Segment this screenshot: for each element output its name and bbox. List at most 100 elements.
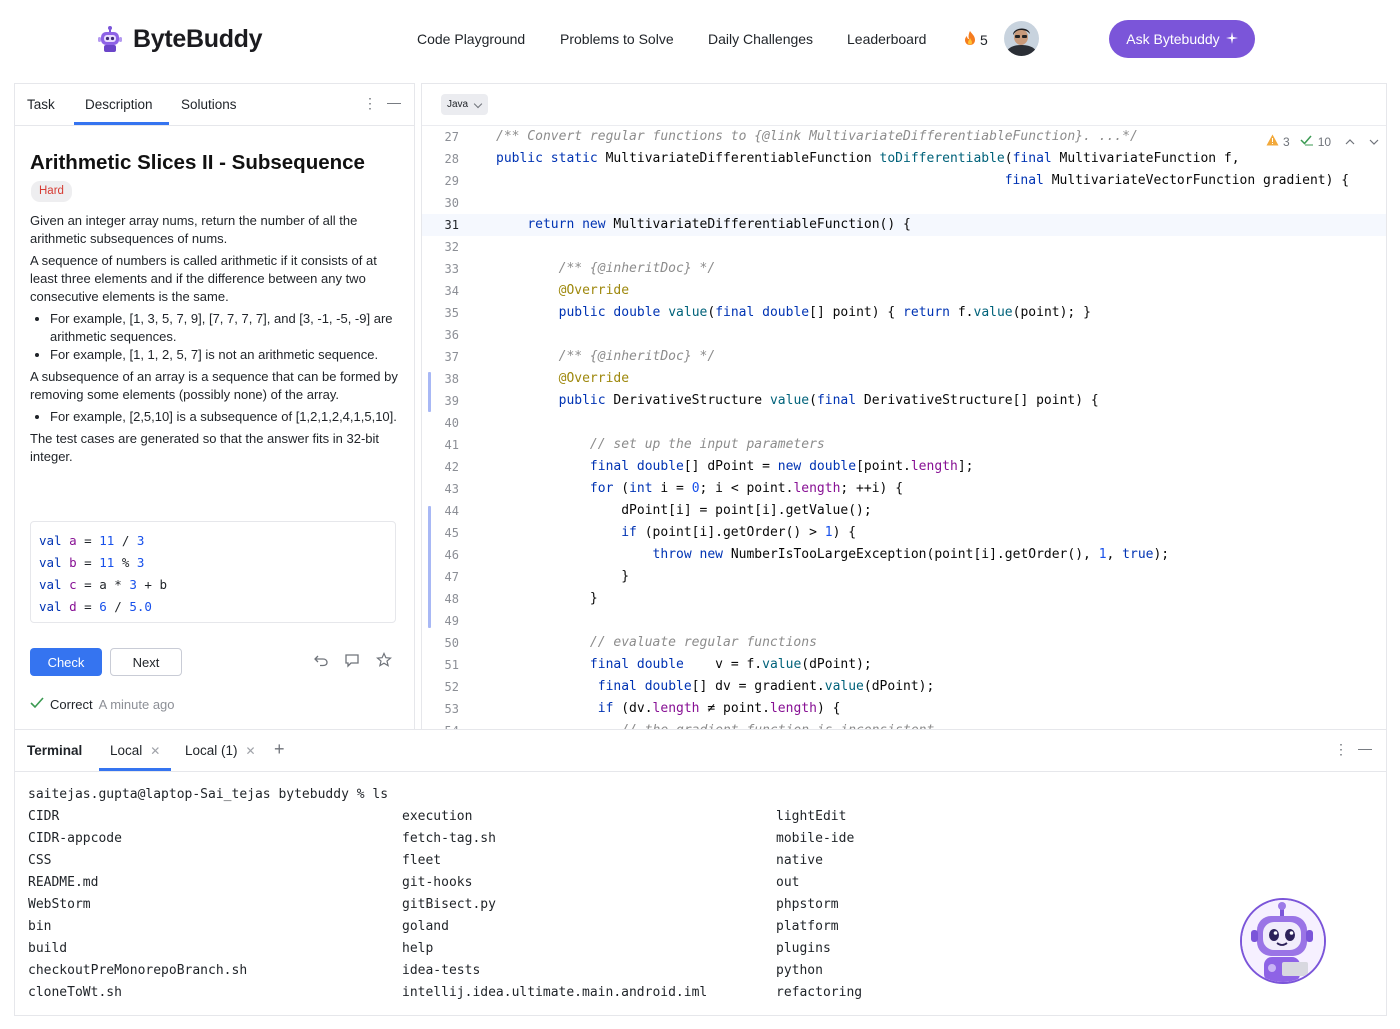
line-number: 36	[444, 328, 459, 342]
line-number: 49	[444, 614, 459, 628]
undo-icon[interactable]	[313, 652, 329, 671]
add-tab-icon[interactable]: +	[274, 739, 285, 760]
chevron-down-icon[interactable]	[1369, 135, 1379, 149]
code-line[interactable]: final double v = f.value(dPoint);	[496, 657, 872, 672]
robot-logo-icon	[95, 24, 125, 54]
active-terminal-tab-indicator	[99, 768, 171, 771]
streak-counter[interactable]: 5	[963, 30, 988, 49]
code-line[interactable]: // set up the input parameters	[496, 437, 825, 452]
code-line[interactable]: }	[496, 569, 629, 584]
line-number: 43	[444, 482, 459, 496]
bytebuddy-mascot[interactable]	[1240, 898, 1326, 984]
terminal-file-entry: gitBisect.py	[402, 897, 496, 912]
problem-title: Arithmetic Slices II - Subsequence	[30, 151, 365, 174]
close-icon[interactable]: ✕	[150, 744, 160, 758]
sparkle-icon	[1225, 31, 1238, 47]
line-number: 47	[444, 570, 459, 584]
terminal-file-entry: CIDR-appcode	[28, 831, 122, 846]
code-line[interactable]: if (dv.length ≠ point.length) {	[496, 701, 841, 716]
code-line[interactable]: @Override	[496, 283, 629, 298]
code-line[interactable]: final double[] dPoint = new double[point…	[496, 459, 974, 474]
more-options-icon[interactable]: ⋮	[363, 95, 377, 112]
line-number: 44	[444, 504, 459, 518]
more-options-icon[interactable]: ⋮	[1334, 741, 1348, 758]
nav-daily-challenges[interactable]: Daily Challenges	[708, 31, 813, 47]
code-editor[interactable]: Java 3 10 27 /** Convert regular function…	[421, 83, 1387, 730]
status-time: A minute ago	[98, 697, 175, 712]
nav-code-playground[interactable]: Code Playground	[417, 31, 525, 47]
code-line[interactable]: @Override	[496, 371, 629, 386]
snippet-line: val b = 11 % 3	[39, 555, 145, 570]
line-number: 38	[444, 372, 459, 386]
line-number: 42	[444, 460, 459, 474]
minimize-icon[interactable]: —	[1358, 740, 1372, 756]
code-line[interactable]: /** Convert regular functions to {@link …	[496, 129, 1138, 144]
difficulty-badge: Hard	[31, 181, 72, 202]
terminal-file-entry: plugins	[776, 941, 831, 956]
check-double-icon	[1300, 134, 1314, 149]
nav-problems-to-solve[interactable]: Problems to Solve	[560, 31, 674, 47]
code-line[interactable]: }	[496, 591, 598, 606]
check-button[interactable]: Check	[30, 648, 102, 676]
warning-count: 3	[1283, 134, 1290, 149]
description-paragraph: Given an integer array nums, return the …	[30, 213, 358, 246]
user-avatar[interactable]	[1004, 21, 1039, 56]
line-number: 32	[444, 240, 459, 254]
ask-bytebuddy-label: Ask Bytebuddy	[1126, 31, 1220, 47]
app-name: ByteBuddy	[133, 24, 263, 53]
terminal-file-entry: out	[776, 875, 800, 890]
tab-local-1-label: Local (1)	[185, 743, 238, 758]
tab-task[interactable]: Task	[27, 97, 55, 112]
close-icon[interactable]: ✕	[246, 744, 256, 758]
next-button[interactable]: Next	[110, 648, 182, 676]
code-line[interactable]: if (point[i].getOrder() > 1) {	[496, 525, 856, 540]
terminal-file-entry: fetch-tag.sh	[402, 831, 496, 846]
code-line[interactable]: public DerivativeStructure value(final D…	[496, 393, 1099, 408]
minimize-icon[interactable]: —	[387, 94, 401, 110]
line-number: 37	[444, 350, 459, 364]
code-line[interactable]: final MultivariateVectorFunction gradien…	[496, 173, 1349, 188]
code-line[interactable]: throw new NumberIsTooLargeException(poin…	[496, 547, 1170, 562]
tab-local[interactable]: Local ✕	[110, 743, 160, 758]
line-number: 45	[444, 526, 459, 540]
line-number: 53	[444, 702, 459, 716]
snippet-line: val c = a * 3 + b	[39, 577, 168, 592]
code-line[interactable]: // evaluate regular functions	[496, 635, 817, 650]
terminal-file-entry: README.md	[28, 875, 99, 890]
app-logo[interactable]: ByteBuddy	[95, 24, 263, 54]
language-select[interactable]: Java	[441, 94, 489, 115]
comment-icon[interactable]	[344, 652, 360, 671]
submission-status: Correct A minute ago	[30, 697, 175, 712]
task-tabs: Task Description Solutions ⋮ —	[15, 84, 414, 126]
terminal-file-entry: checkoutPreMonorepoBranch.sh	[28, 963, 248, 978]
checkmark-icon	[30, 697, 44, 712]
line-number: 50	[444, 636, 459, 650]
star-icon[interactable]	[376, 652, 392, 671]
code-line[interactable]: return new MultivariateDifferentiableFun…	[496, 217, 911, 232]
code-line[interactable]: /** {@inheritDoc} */	[496, 349, 716, 364]
code-line[interactable]: final double[] dv = gradient.value(dPoin…	[496, 679, 935, 694]
line-number: 28	[444, 152, 459, 166]
snippet-line: val a = 11 / 3	[39, 533, 145, 548]
example-list: For example, [1, 3, 5, 7, 9], [7, 7, 7, …	[30, 310, 400, 364]
terminal-file-entry: git-hooks	[402, 875, 473, 890]
terminal-file-entry: native	[776, 853, 823, 868]
line-number: 29	[444, 174, 459, 188]
line-number: 40	[444, 416, 459, 430]
tab-solutions[interactable]: Solutions	[181, 97, 237, 112]
code-line[interactable]: public double value(final double[] point…	[496, 305, 1091, 320]
code-line[interactable]: public static MultivariateDifferentiable…	[496, 151, 1240, 166]
tab-local-1[interactable]: Local (1) ✕	[185, 743, 256, 758]
nav-leaderboard[interactable]: Leaderboard	[847, 31, 926, 47]
code-line[interactable]: /** {@inheritDoc} */	[496, 261, 716, 276]
active-tab-indicator	[74, 122, 169, 125]
tab-description[interactable]: Description	[85, 97, 153, 112]
line-number: 31	[444, 218, 459, 232]
inspection-widget[interactable]: 3 10	[1266, 134, 1379, 149]
code-line[interactable]: dPoint[i] = point[i].getValue();	[496, 503, 871, 518]
change-marker	[428, 506, 431, 628]
code-line[interactable]: for (int i = 0; i < point.length; ++i) {	[496, 481, 903, 496]
chevron-up-icon[interactable]	[1345, 135, 1355, 149]
ask-bytebuddy-button[interactable]: Ask Bytebuddy	[1109, 20, 1255, 58]
line-number: 35	[444, 306, 459, 320]
